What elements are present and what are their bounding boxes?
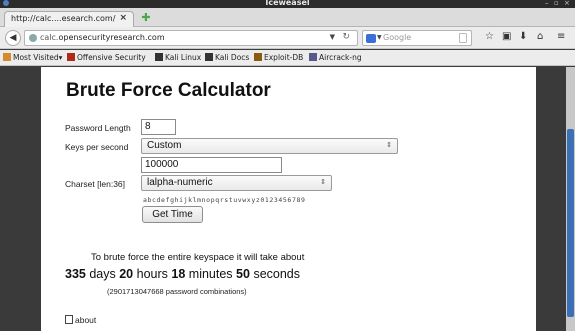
search-input[interactable]: Google — [383, 33, 411, 42]
search-engine-dropdown-icon[interactable]: ▼ — [377, 34, 382, 41]
site-identity-icon[interactable] — [29, 34, 37, 42]
folder-icon — [3, 53, 11, 61]
back-button[interactable]: ◀ — [5, 30, 21, 46]
bookmark-offensive-security[interactable]: Offensive Security — [67, 53, 146, 63]
kali-dragon-icon — [205, 53, 213, 61]
new-tab-icon[interactable]: ✚ — [140, 12, 152, 24]
url-domain: opensecurityresearch.com — [58, 33, 165, 42]
keys-per-second-select[interactable]: Custom ⇕ — [141, 138, 398, 154]
document-icon — [65, 315, 73, 324]
result-hours: 20 — [119, 267, 134, 281]
browser-tab[interactable]: http://calc....esearch.com/ × — [4, 11, 134, 27]
menu-icon[interactable]: ≡ — [557, 31, 565, 43]
page-scrollbar[interactable] — [566, 67, 575, 331]
page-title: Brute Force Calculator — [66, 80, 271, 101]
bookmark-aircrack-ng[interactable]: Aircrack-ng — [309, 53, 362, 63]
result-combinations: (2901713047668 password combinations) — [107, 287, 247, 296]
bookmark-kali-docs[interactable]: Kali Docs — [205, 53, 249, 63]
page-content: Brute Force Calculator Password Length 8… — [41, 67, 536, 331]
result-days: 335 — [65, 267, 86, 281]
url-history-dropdown-icon[interactable]: ▼ — [330, 33, 335, 41]
charset-preview: abcdefghijklmnopqrstuvwxyz0123456789 — [143, 196, 306, 204]
bookmark-exploit-db[interactable]: Exploit-DB — [254, 53, 303, 63]
maximize-icon[interactable]: ▫ — [554, 0, 559, 8]
charset-value: lalpha-numeric — [147, 177, 213, 188]
search-engine-icon[interactable] — [366, 34, 376, 43]
result-seconds: 50 — [236, 267, 250, 281]
navigation-bar: ◀ calc.opensecurityresearch.com ▼ ↻ ▼ Go… — [0, 27, 575, 49]
kali-dragon-icon — [155, 53, 163, 61]
page-left-margin — [0, 67, 41, 331]
bookmarks-toolbar: Most Visited▾ Offensive Security Kali Li… — [0, 50, 575, 66]
tab-strip: http://calc....esearch.com/ × ✚ — [0, 8, 575, 27]
select-arrows-icon: ⇕ — [320, 179, 326, 186]
get-time-button[interactable]: Get Time — [142, 206, 203, 223]
custom-keys-input[interactable]: 100000 — [141, 157, 282, 173]
charset-select[interactable]: lalpha-numeric ⇕ — [141, 175, 332, 191]
search-go-icon[interactable] — [459, 33, 467, 43]
url-bar[interactable]: calc.opensecurityresearch.com ▼ ↻ — [24, 30, 358, 46]
about-link[interactable]: about — [65, 315, 96, 325]
password-length-label: Password Length — [65, 123, 131, 133]
keys-per-second-value: Custom — [147, 140, 182, 151]
reload-icon[interactable]: ↻ — [342, 32, 350, 42]
password-length-input[interactable]: 8 — [141, 119, 176, 135]
search-bar[interactable]: ▼ Google — [362, 30, 472, 46]
exploit-db-icon — [254, 53, 262, 61]
result-time: 335 days 20 hours 18 minutes 50 seconds — [65, 267, 300, 281]
result-minutes: 18 — [171, 267, 186, 281]
tab-close-icon[interactable]: × — [119, 13, 127, 23]
url-text: calc.opensecurityresearch.com — [40, 33, 165, 42]
keys-per-second-label: Keys per second — [65, 142, 129, 152]
close-window-icon[interactable]: × — [564, 0, 570, 8]
offensive-security-icon — [67, 53, 75, 61]
scrollbar-thumb[interactable] — [567, 129, 574, 317]
window-title: Iceweasel — [265, 0, 310, 7]
star-icon[interactable]: ☆ — [485, 31, 494, 43]
bookmark-kali-linux[interactable]: Kali Linux — [155, 53, 201, 63]
url-prefix: calc. — [40, 33, 59, 42]
home-icon[interactable]: ⌂ — [537, 31, 543, 43]
minimize-icon[interactable]: – — [545, 0, 549, 8]
bookmark-most-visited[interactable]: Most Visited▾ — [3, 53, 62, 63]
window-titlebar: Iceweasel – ▫ × — [0, 0, 575, 8]
result-intro: To brute force the entire keyspace it wi… — [91, 252, 305, 263]
select-arrows-icon: ⇕ — [386, 142, 392, 149]
charset-label: Charset [len:36] — [65, 179, 126, 189]
aircrack-ng-icon — [309, 53, 317, 61]
page-right-margin — [536, 67, 566, 331]
tab-title: http://calc....esearch.com/ — [11, 14, 116, 23]
download-icon[interactable]: ⬇ — [519, 31, 527, 43]
clipboard-icon[interactable]: ▣ — [502, 31, 511, 43]
